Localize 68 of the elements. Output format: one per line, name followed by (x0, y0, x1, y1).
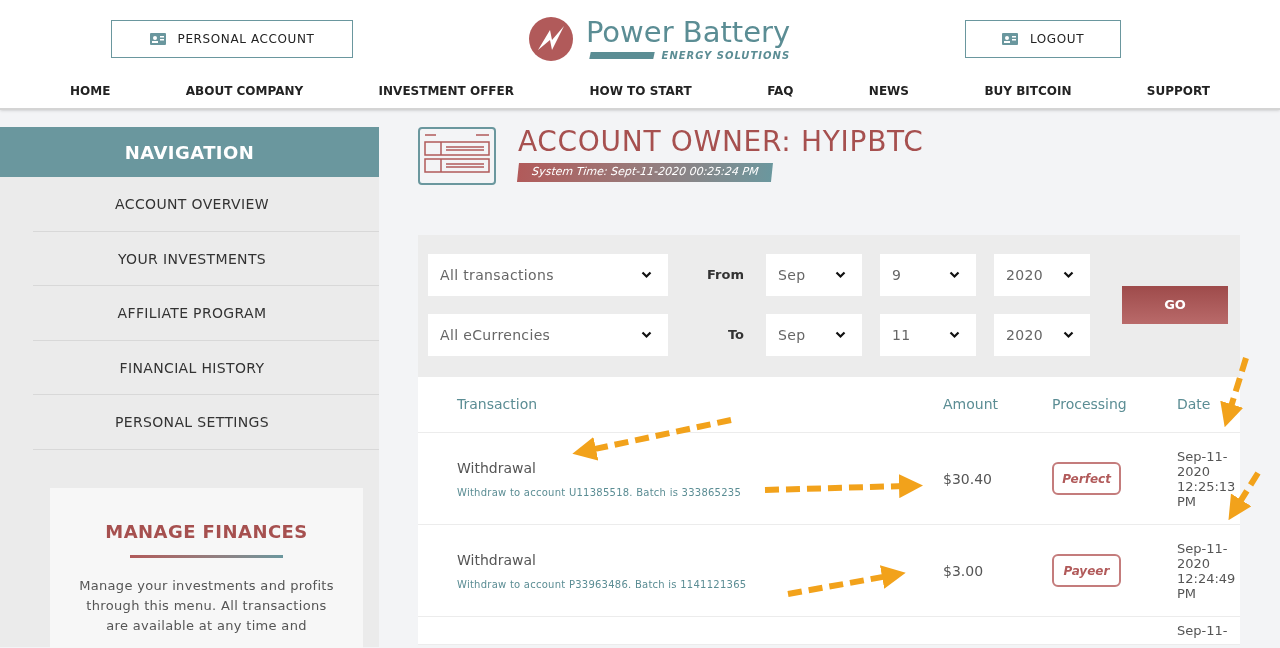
column-header: Transaction (456, 395, 539, 414)
card-title: MANAGE FINANCES (105, 519, 308, 544)
logout-button[interactable]: LOGOUT (965, 20, 1121, 58)
annotation-arrow (1220, 357, 1249, 428)
menu-link[interactable]: NEWS (868, 78, 909, 104)
date-text: Sep-11- (1177, 540, 1229, 556)
menu-link[interactable]: HOW TO START (589, 78, 692, 104)
processor-badge: Perfect (1052, 462, 1121, 495)
chevron-icon (949, 331, 960, 339)
chevron-icon (949, 271, 960, 279)
to-label: To (726, 326, 745, 345)
sidebar-item[interactable]: PERSONAL SETTINGS (33, 395, 379, 450)
processor-badge: Payeer (1052, 554, 1121, 587)
sidebar-item[interactable]: FINANCIAL HISTORY (33, 340, 379, 395)
amount: $30.40 (943, 470, 992, 487)
menu-link[interactable]: ABOUT COMPANY (185, 78, 304, 104)
chevron-icon (1063, 331, 1074, 339)
date-text: PM (1177, 493, 1198, 509)
dropdown[interactable]: All transactions (428, 254, 668, 296)
transaction-type: Withdrawal (457, 458, 536, 478)
transaction-detail: Withdraw to account P33963486. Batch is 1141121365 (457, 577, 747, 592)
dropdown[interactable]: 2020 (994, 254, 1090, 296)
system-time: System Time: Sept-11-2020 00:25:24 PM (517, 163, 774, 182)
menu-link[interactable]: FAQ (767, 78, 794, 104)
date-text: 2020 (1177, 463, 1211, 479)
menu-link[interactable]: SUPPORT (1146, 78, 1210, 104)
transaction-detail: Withdraw to account U11385518. Batch is 333865235 (457, 485, 742, 500)
date-text: Sep-11- (1177, 623, 1229, 638)
page-title: ACCOUNT OWNER: HYIPBTC (518, 127, 924, 157)
sidebar-item[interactable]: AFFILIATE PROGRAM (33, 286, 379, 341)
menu-link[interactable]: HOME (70, 78, 111, 104)
chevron-icon (1063, 271, 1074, 279)
dropdown[interactable]: All eCurrencies (428, 314, 668, 356)
navigation-title: NAVIGATION (0, 127, 379, 177)
date-text: 12:25:13 (1177, 478, 1237, 494)
go-button[interactable]: GO (1122, 286, 1228, 324)
column-header: Amount (942, 395, 999, 414)
column-header: Processing (1051, 395, 1128, 414)
card-text: Manage your investments and profits through this menu. All transactions are available at any time and (78, 576, 335, 635)
dropdown[interactable]: 11 (880, 314, 976, 356)
logo-tagline: ENERGY SOLUTIONS (661, 48, 791, 63)
date-text: PM (1177, 585, 1198, 601)
chevron-icon (641, 271, 652, 279)
logo[interactable]: Power Battery ENERGY SOLUTIONS (527, 15, 791, 63)
chevron-icon (835, 331, 846, 339)
date-text: Sep-11- (1177, 448, 1229, 464)
date-text: 2020 (1177, 555, 1211, 571)
transaction-type: Withdrawal (457, 550, 536, 570)
chevron-icon (641, 331, 652, 339)
id-card-icon (149, 32, 166, 46)
date-text: 12:24:49 (1177, 570, 1237, 586)
menu-link[interactable]: BUY BITCOIN (984, 78, 1072, 104)
logo-name: Power Battery (585, 15, 791, 48)
chevron-icon (835, 271, 846, 279)
logo-icon (527, 16, 574, 62)
page-layout-icon (418, 127, 496, 185)
menu-link[interactable]: INVESTMENT OFFER (378, 78, 514, 104)
column-header: Date (1176, 395, 1212, 414)
sidebar-item[interactable]: YOUR INVESTMENTS (33, 231, 379, 286)
personal-account-button[interactable]: PERSONAL ACCOUNT (111, 20, 353, 58)
from-label: From (706, 266, 745, 285)
sidebar-item[interactable]: ACCOUNT OVERVIEW (33, 177, 379, 232)
dropdown[interactable]: 9 (880, 254, 976, 296)
amount: $3.00 (943, 562, 984, 579)
dropdown[interactable]: Sep (766, 254, 862, 296)
dropdown[interactable]: Sep (766, 314, 862, 356)
dropdown[interactable]: 2020 (994, 314, 1090, 356)
id-card-icon (1001, 32, 1018, 46)
